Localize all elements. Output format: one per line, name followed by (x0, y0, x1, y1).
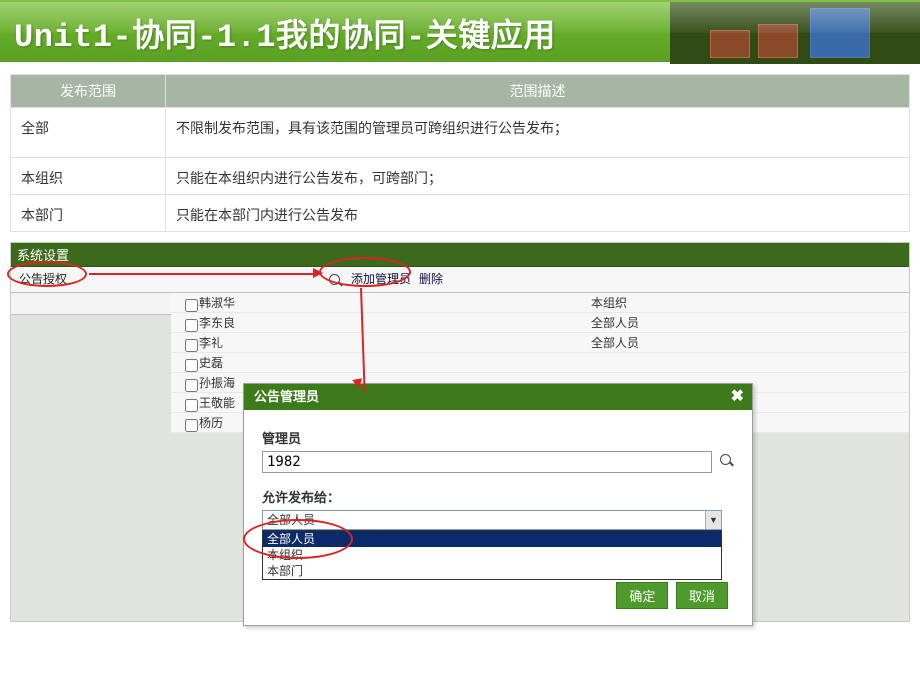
admin-dialog: 公告管理员 ✖ 管理员 允许发布给： 全部人员 ▼ 全部人员 本组织 本部门 (243, 383, 753, 626)
table-row: 李东良 全部人员 (171, 313, 909, 333)
row-range: 全部人员 (591, 333, 639, 353)
page-title: Unit1-协同-1.1我的协同-关键应用 (0, 2, 920, 56)
scope-cell: 全部 (11, 108, 166, 158)
sys-header: 系统设置 (11, 243, 909, 267)
dropdown-option[interactable]: 全部人员 (263, 531, 721, 547)
system-screenshot: 系统设置 公告授权 添加管理员 删除 用户 发布范围 韩淑华本组织 李东良全部人… (10, 242, 910, 622)
row-user: 王敬能 (199, 393, 235, 413)
chevron-down-icon[interactable]: ▼ (705, 511, 721, 529)
table-row: 史磊 (171, 353, 909, 373)
dialog-title: 公告管理员 (254, 389, 319, 404)
row-user: 韩淑华 (199, 293, 235, 313)
row-checkbox[interactable] (185, 419, 198, 432)
manager-input[interactable] (262, 451, 712, 473)
table-row: 韩淑华 本组织 (171, 293, 909, 313)
cancel-button[interactable]: 取消 (676, 582, 728, 609)
ok-button[interactable]: 确定 (616, 582, 668, 609)
row-range: 全部人员 (591, 313, 639, 333)
allow-dropdown: 全部人员 本组织 本部门 (262, 530, 722, 580)
col-scope-header: 发布范围 (11, 75, 166, 108)
scope-cell: 本部门 (11, 195, 166, 232)
row-user: 孙振海 (199, 373, 235, 393)
col-desc-header: 范围描述 (166, 75, 910, 108)
dropdown-option[interactable]: 本组织 (263, 547, 721, 563)
scope-info-table: 发布范围 范围描述 全部 不限制发布范围，具有该范围的管理员可跨组织进行公告发布… (10, 74, 910, 232)
row-user: 李东良 (199, 313, 235, 333)
table-row: 李礼 全部人员 (171, 333, 909, 353)
auth-label: 公告授权 (11, 267, 75, 291)
add-admin-button[interactable]: 添加管理员 (351, 267, 411, 291)
manager-label: 管理员 (262, 428, 734, 447)
desc-cell: 只能在本组织内进行公告发布，可跨部门； (166, 158, 910, 195)
row-checkbox[interactable] (185, 359, 198, 372)
row-range: 本组织 (591, 293, 627, 313)
row-checkbox[interactable] (185, 339, 198, 352)
row-user: 杨历 (199, 413, 223, 433)
sys-toolbar: 公告授权 添加管理员 删除 (11, 267, 909, 293)
row-checkbox[interactable] (185, 299, 198, 312)
select-value: 全部人员 (267, 513, 315, 527)
dropdown-option[interactable]: 本部门 (263, 563, 721, 579)
close-icon[interactable]: ✖ (731, 384, 744, 410)
row-checkbox[interactable] (185, 319, 198, 332)
allow-select[interactable]: 全部人员 ▼ 全部人员 本组织 本部门 (262, 510, 734, 530)
allow-label: 允许发布给： (262, 487, 734, 506)
desc-cell: 只能在本部门内进行公告发布 (166, 195, 910, 232)
row-checkbox[interactable] (185, 399, 198, 412)
row-user: 李礼 (199, 333, 223, 353)
row-user: 史磊 (199, 353, 223, 373)
dialog-header[interactable]: 公告管理员 ✖ (244, 384, 752, 410)
row-checkbox[interactable] (185, 379, 198, 392)
scope-cell: 本组织 (11, 158, 166, 195)
search-icon[interactable] (720, 454, 734, 471)
desc-cell: 不限制发布范围，具有该范围的管理员可跨组织进行公告发布； (166, 108, 910, 158)
title-banner: Unit1-协同-1.1我的协同-关键应用 (0, 0, 920, 62)
delete-button[interactable]: 删除 (419, 267, 443, 291)
